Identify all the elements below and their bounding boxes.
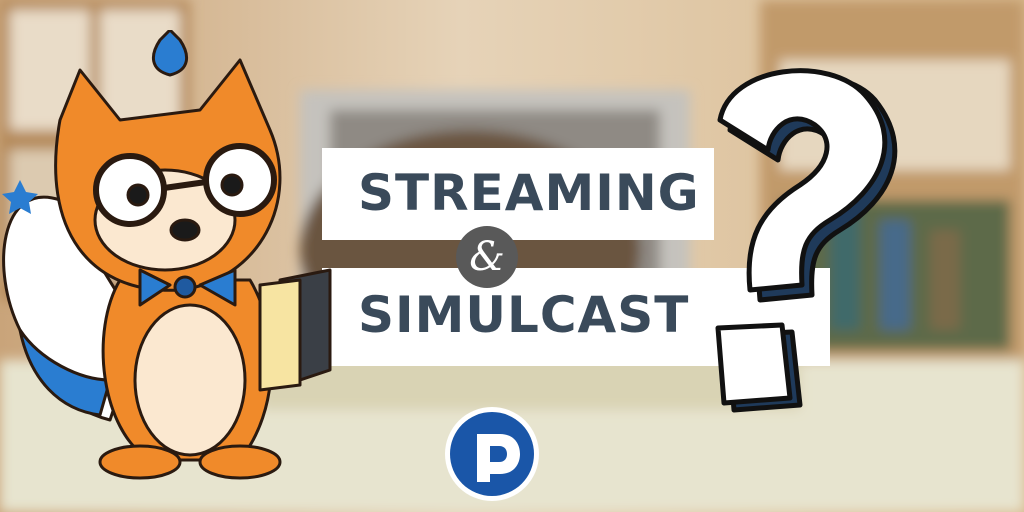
ampersand-badge: & (456, 226, 518, 288)
question-mark-illustration (715, 68, 898, 413)
raccoon-mascot-illustration (2, 30, 332, 480)
ampersand-text: & (469, 234, 505, 280)
thumbnail-scene: STREAMING SIMULCAST & (0, 0, 1024, 512)
title-streaming: STREAMING (358, 164, 700, 222)
title-simulcast: SIMULCAST (358, 286, 690, 344)
p-logo-icon (445, 407, 539, 501)
